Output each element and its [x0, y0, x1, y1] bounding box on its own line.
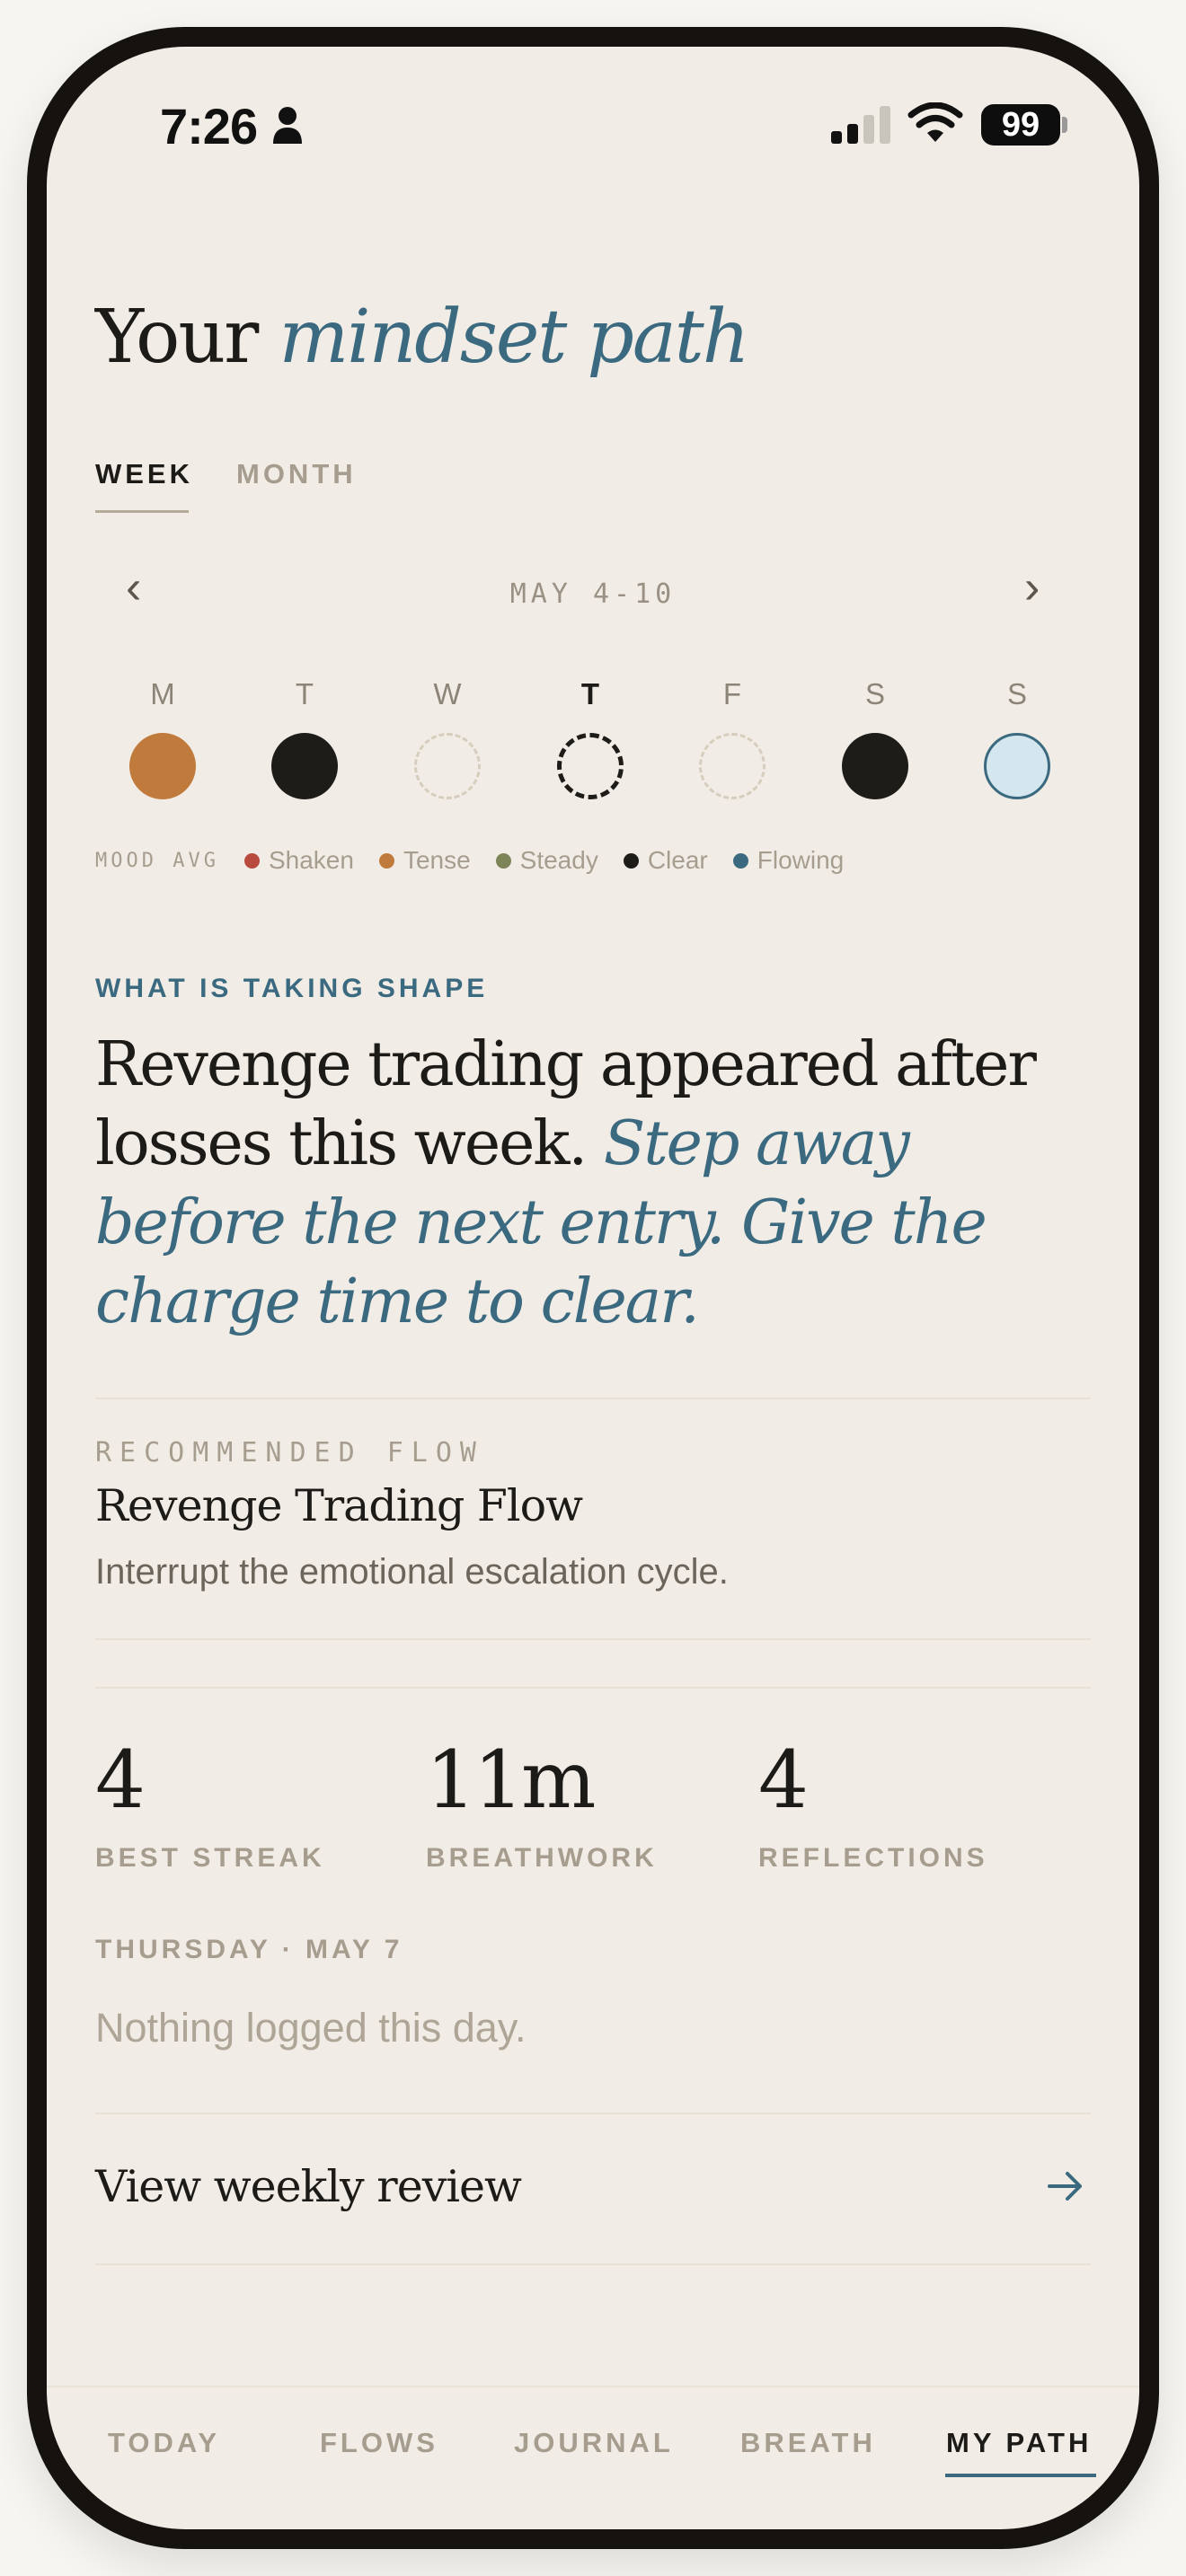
legend-label-clear: Clear: [647, 846, 708, 874]
app-screen: 7:26 99 Your mindset path WEEK MONTH ‹ M…: [47, 47, 1139, 2529]
legend-label-flowing: Flowing: [757, 846, 845, 874]
day-label-wed: W: [433, 677, 462, 710]
arrow-right-icon: [1048, 2172, 1082, 2201]
legend-label-steady: Steady: [519, 846, 598, 874]
person-icon: [273, 107, 302, 144]
stat-best-streak-value: 4: [95, 1734, 146, 1826]
legend-item-steady: Steady: [495, 846, 598, 875]
recommended-flow-label: RECOMMENDED FLOW: [95, 1437, 484, 1469]
stat-breathwork-label: BREATHWORK: [426, 1843, 658, 1873]
day-dot-wed[interactable]: [414, 733, 481, 799]
day-dot-tue[interactable]: [271, 733, 338, 799]
week-range: MAY 4-10: [509, 578, 677, 610]
nav-breath[interactable]: BREATH: [740, 2427, 876, 2459]
day-label-mon: M: [150, 677, 175, 710]
divider: [95, 2263, 1091, 2265]
legend-item-clear: Clear: [623, 846, 708, 875]
legend-title: MOOD AVG: [95, 849, 219, 872]
legend-swatch-steady: [495, 852, 511, 869]
weekly-review-label: View weekly review: [95, 2161, 522, 2212]
nav-my-path[interactable]: MY PATH: [946, 2427, 1092, 2459]
legend-swatch-shaken: [243, 852, 260, 869]
legend-item-tense: Tense: [378, 846, 471, 875]
day-dot-sat[interactable]: [842, 733, 908, 799]
status-time: 7:26: [160, 98, 258, 154]
insight-label: WHAT IS TAKING SHAPE: [95, 974, 489, 1003]
page-title-accent: mindset path: [279, 295, 749, 380]
battery-icon: 99: [981, 104, 1060, 146]
next-week-button[interactable]: ›: [1024, 560, 1040, 614]
day-dot-sun[interactable]: [984, 733, 1050, 799]
signal-icon: [831, 106, 890, 144]
legend-label-shaken: Shaken: [268, 846, 354, 874]
stat-best-streak-label: BEST STREAK: [95, 1843, 325, 1873]
day-dot-fri[interactable]: [699, 733, 766, 799]
day-label-sun: S: [1006, 677, 1027, 710]
day-dot-thu[interactable]: [557, 733, 624, 799]
wifi-icon: [907, 102, 963, 142]
insight-text: Revenge trading appeared after losses th…: [95, 1026, 1102, 1342]
nav-active-indicator: [945, 2474, 1096, 2477]
recommended-flow-description: Interrupt the emotional escalation cycle…: [95, 1552, 729, 1592]
legend-swatch-clear: [623, 852, 639, 869]
stat-reflections-label: REFLECTIONS: [758, 1843, 988, 1873]
recommended-flow-title[interactable]: Revenge Trading Flow: [95, 1480, 583, 1531]
selected-day-empty-text: Nothing logged this day.: [95, 2005, 527, 2051]
selected-day-heading: THURSDAY · MAY 7: [95, 1935, 403, 1964]
day-label-tue: T: [295, 677, 314, 710]
day-label-sat: S: [864, 677, 885, 710]
day-label-fri: F: [722, 677, 742, 710]
divider: [95, 1398, 1091, 1399]
legend-label-tense: Tense: [403, 846, 471, 874]
divider: [95, 1638, 1091, 1640]
divider: [95, 1687, 1091, 1689]
tab-week-underline: [95, 510, 189, 513]
nav-journal[interactable]: JOURNAL: [514, 2427, 674, 2459]
bottom-nav-border: [47, 2386, 1139, 2387]
mood-legend: MOOD AVG Shaken Tense Steady Clear Flowi…: [95, 846, 869, 875]
stat-reflections-value: 4: [758, 1734, 809, 1826]
nav-flows[interactable]: FLOWS: [320, 2427, 438, 2459]
page-title-plain: Your: [95, 295, 259, 380]
tab-week[interactable]: WEEK: [95, 458, 193, 490]
stat-breathwork-value: 11m: [426, 1734, 596, 1826]
day-dot-mon[interactable]: [129, 733, 196, 799]
legend-swatch-flowing: [732, 852, 748, 869]
day-label-thu: T: [580, 677, 600, 710]
legend-item-flowing: Flowing: [732, 846, 845, 875]
battery-tip: [1062, 117, 1067, 133]
legend-item-shaken: Shaken: [243, 846, 354, 875]
tab-month[interactable]: MONTH: [236, 458, 357, 490]
nav-today[interactable]: TODAY: [108, 2427, 220, 2459]
weekly-review-link[interactable]: View weekly review: [95, 2114, 1091, 2263]
legend-swatch-tense: [378, 852, 394, 869]
phone-frame: 7:26 99 Your mindset path WEEK MONTH ‹ M…: [27, 27, 1159, 2549]
page-title: Your mindset path: [95, 295, 750, 380]
